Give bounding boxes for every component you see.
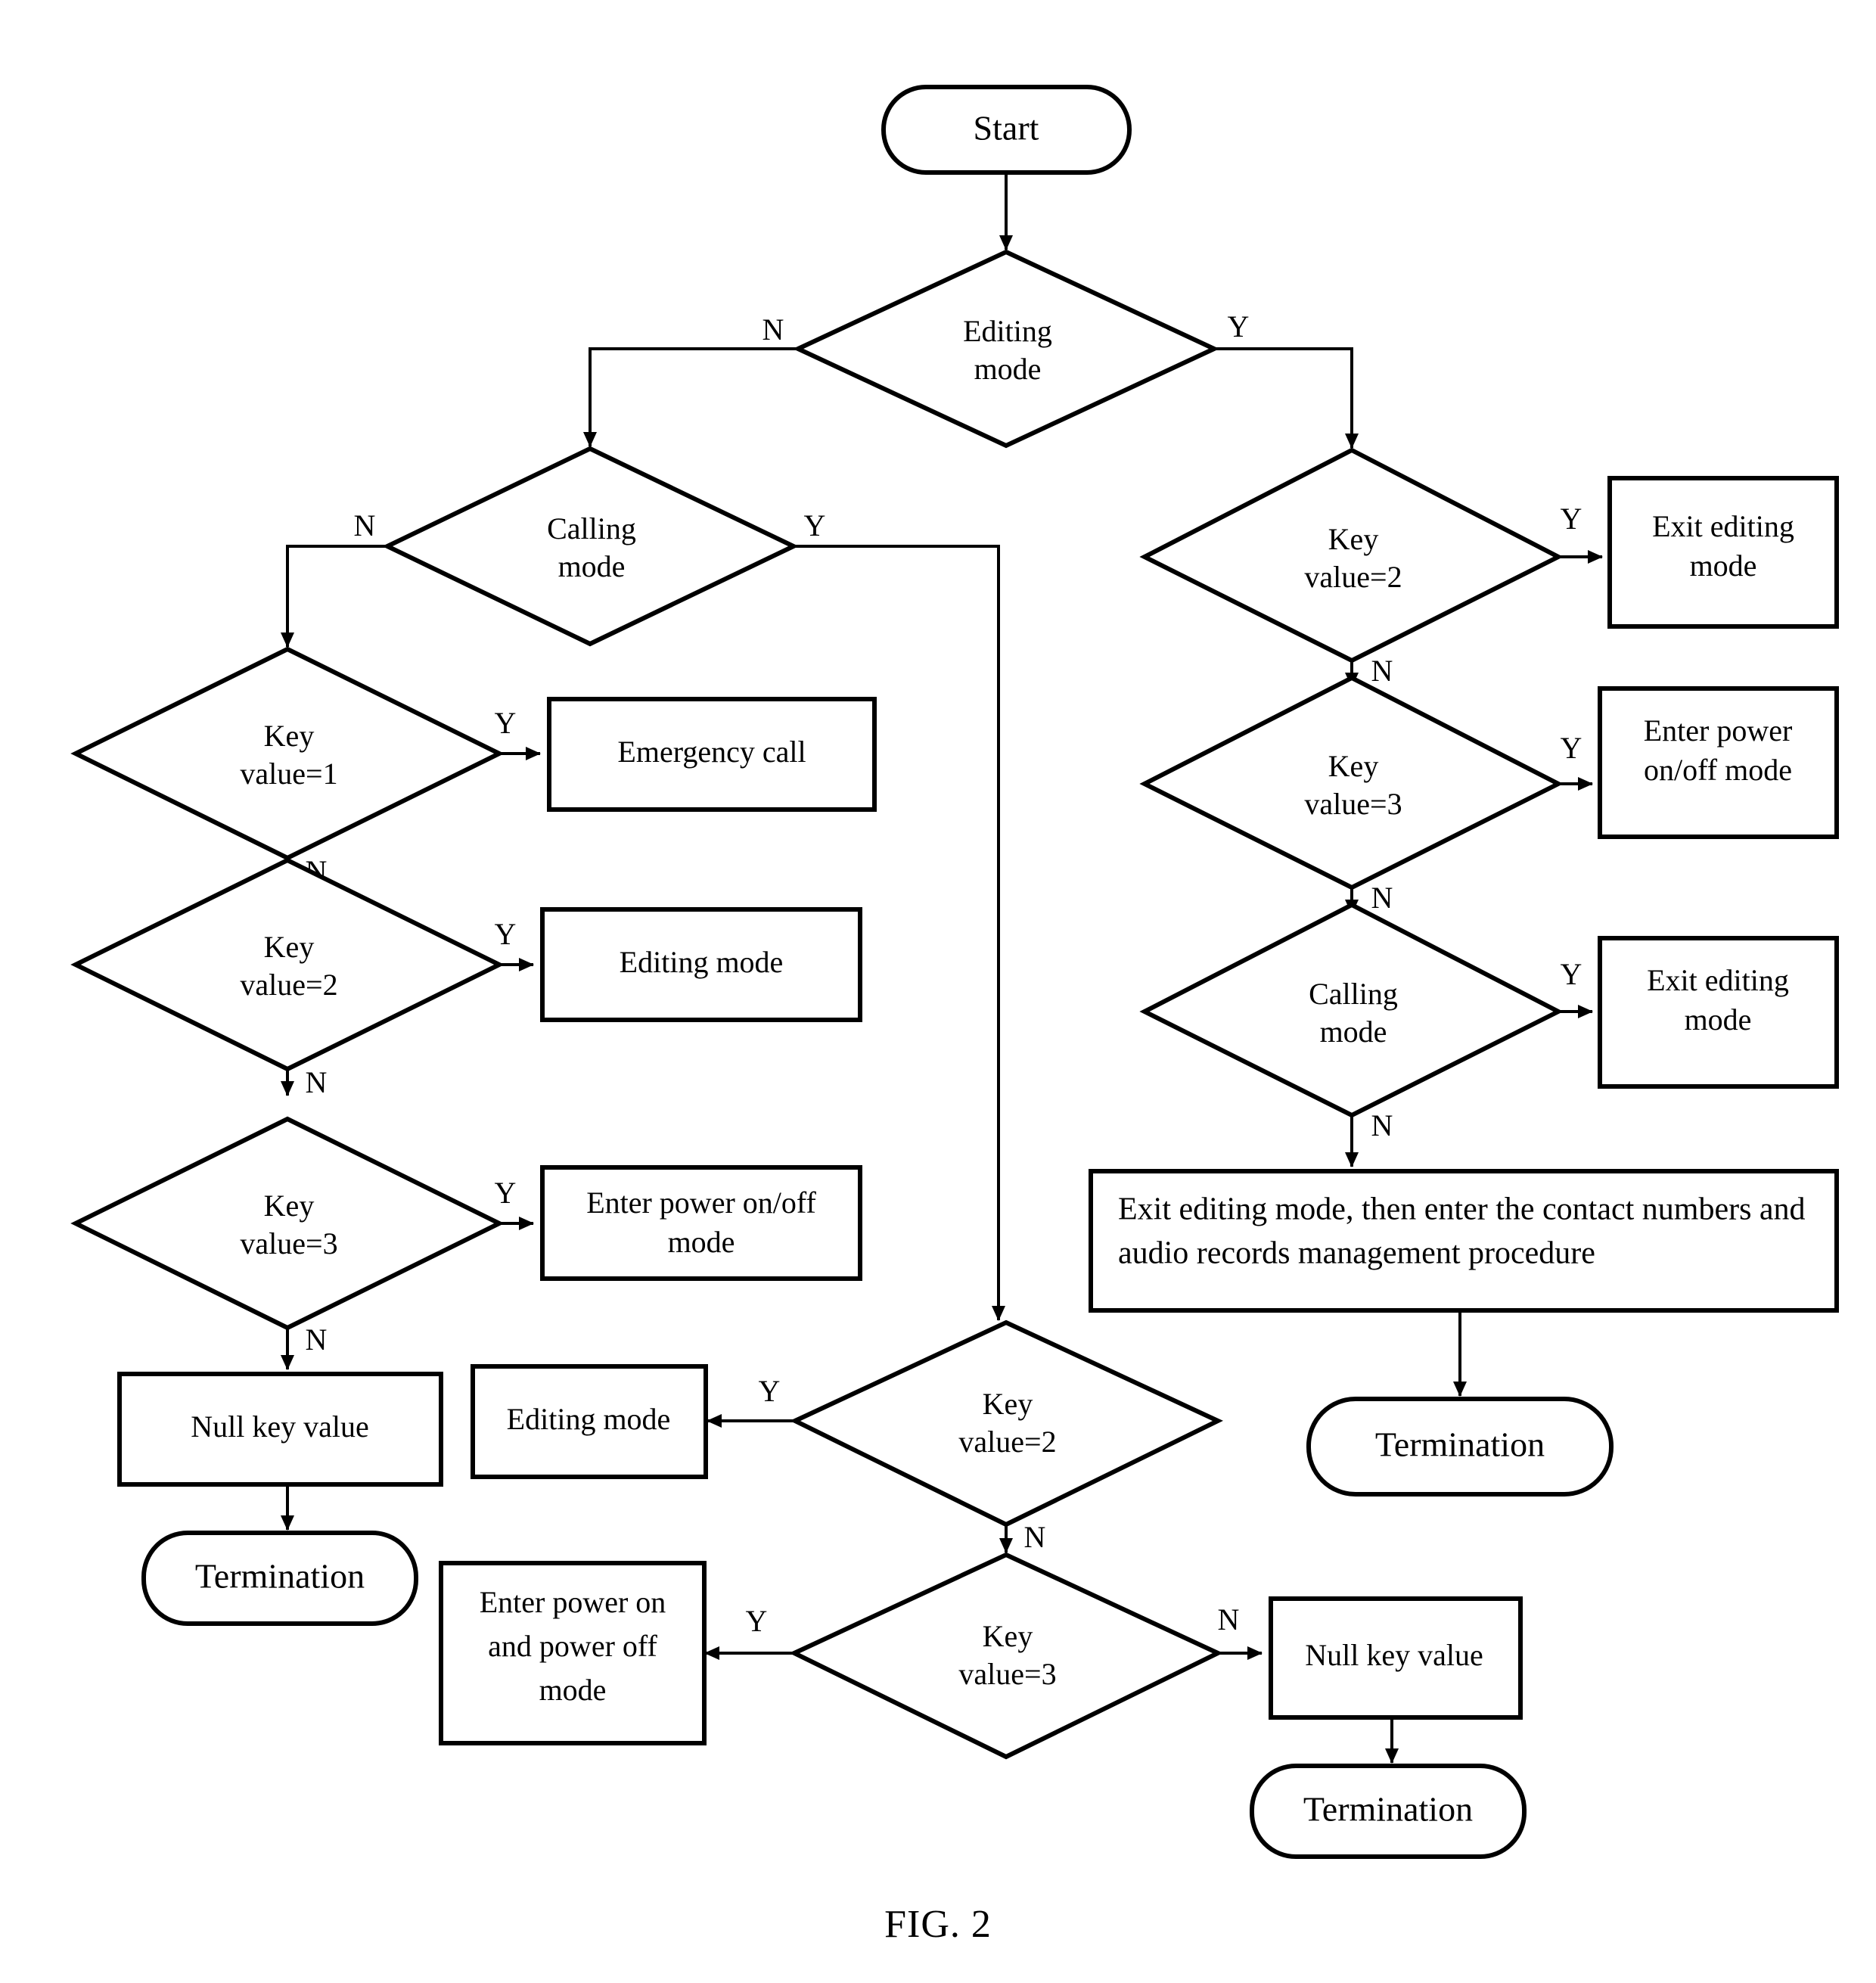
node-right-exit-editing-1-line1: Exit editing: [1652, 509, 1794, 543]
node-right-exit-enter-contacts-line2: audio records management procedure: [1118, 1236, 1595, 1271]
node-center-enter-power: Enter power on and power off mode: [439, 1561, 707, 1745]
node-calling-mode-line1: Calling: [547, 511, 636, 545]
node-right-key2-line1: Key: [1328, 522, 1379, 556]
node-center-editing-mode: Editing mode: [471, 1364, 708, 1479]
node-right-calling-mode-line1: Calling: [1309, 977, 1398, 1011]
node-left-termination-label: Termination: [195, 1557, 365, 1596]
node-left-key1-line1: Key: [264, 719, 315, 753]
node-right-calling-mode-line2: mode: [1320, 1015, 1387, 1049]
node-center-key3: Key value=3 Y N: [746, 1552, 1240, 1760]
edge-label-left-key1-yes: Y: [495, 706, 517, 740]
edge-label-left-key3-yes: Y: [495, 1176, 517, 1210]
node-right-exit-enter-contacts: Exit editing mode, then enter the contac…: [1089, 1169, 1839, 1313]
node-left-emergency-call: Emergency call: [547, 697, 877, 812]
edge-label-right-calling-no: N: [1371, 1108, 1393, 1142]
node-left-key3: Key value=3 Y N: [70, 1116, 517, 1357]
node-center-key3-line2: value=3: [958, 1657, 1056, 1691]
node-right-key2: Key value=2 Y N: [1139, 447, 1582, 688]
node-calling-mode-line2: mode: [558, 549, 626, 583]
edge-label-center-key2-yes: Y: [759, 1374, 781, 1408]
edge-label-right-calling-yes: Y: [1561, 957, 1582, 991]
edge-label-editing-yes: Y: [1228, 309, 1250, 343]
node-center-enter-power-line3: mode: [539, 1673, 607, 1707]
edge-label-calling-yes: Y: [804, 508, 826, 542]
node-left-editing-mode-label: Editing mode: [620, 945, 784, 979]
node-center-key2-line1: Key: [983, 1387, 1033, 1421]
node-right-exit-editing-2-line1: Exit editing: [1647, 963, 1789, 997]
edge-label-left-key2-yes: Y: [495, 917, 517, 951]
node-left-key2: Key value=2 Y N: [70, 857, 517, 1099]
node-center-termination: Termination: [1250, 1764, 1527, 1859]
node-right-exit-editing-2-line2: mode: [1685, 1002, 1752, 1037]
node-right-key3: Key value=3 Y N: [1139, 675, 1582, 915]
node-left-key3-line2: value=3: [240, 1226, 337, 1260]
node-calling-mode-decision: Calling mode N Y: [354, 446, 826, 647]
edge-label-right-key2-no: N: [1371, 654, 1393, 688]
node-left-null-key-value: Null key value: [117, 1372, 443, 1487]
node-left-editing-mode: Editing mode: [540, 907, 862, 1022]
node-left-key1-line2: value=1: [240, 757, 337, 791]
node-right-calling-mode: Calling mode Y N: [1139, 902, 1582, 1142]
node-center-key2: Key value=2 Y N: [759, 1319, 1223, 1554]
node-right-termination: Termination: [1306, 1397, 1614, 1497]
node-right-key3-line2: value=3: [1304, 787, 1402, 821]
edge-label-editing-no: N: [763, 312, 784, 347]
node-center-termination-label: Termination: [1303, 1790, 1473, 1829]
edge-editing-yes-to-right-key2: [1214, 347, 1359, 449]
node-right-exit-editing-2: Exit editing mode: [1598, 936, 1839, 1089]
node-right-exit-editing-1-line2: mode: [1690, 549, 1757, 583]
node-left-enter-power-line2: mode: [668, 1225, 735, 1259]
node-right-enter-power-line2: on/off mode: [1644, 753, 1792, 787]
node-start-label: Start: [974, 109, 1039, 148]
node-right-key3-line1: Key: [1328, 749, 1379, 783]
node-center-editing-mode-label: Editing mode: [507, 1402, 671, 1436]
node-right-exit-enter-contacts-line1: Exit editing mode, then enter the contac…: [1118, 1192, 1806, 1227]
node-left-key2-line1: Key: [264, 930, 315, 964]
node-left-emergency-call-label: Emergency call: [617, 735, 806, 769]
edge-label-center-key2-no: N: [1024, 1520, 1046, 1554]
node-center-null-key-value-label: Null key value: [1305, 1638, 1483, 1672]
edge-label-right-key3-no: N: [1371, 881, 1393, 915]
edge-editing-no-to-calling-mode: [583, 347, 798, 447]
flowchart-canvas: Start Editing mode N Y Calling mode N Y …: [70, 85, 1839, 1946]
node-left-enter-power: Enter power on/off mode: [540, 1165, 862, 1281]
node-right-termination-label: Termination: [1375, 1425, 1545, 1464]
node-right-enter-power-line1: Enter power: [1644, 713, 1793, 748]
node-left-key1: Key value=1 Y N: [70, 646, 517, 888]
node-left-termination: Termination: [141, 1531, 418, 1626]
node-editing-mode-line1: Editing: [963, 314, 1052, 348]
figure-caption: FIG. 2: [884, 1903, 992, 1946]
node-left-enter-power-line1: Enter power on/off: [586, 1186, 816, 1220]
node-center-enter-power-line1: Enter power on: [480, 1585, 666, 1619]
node-right-exit-editing-1: Exit editing mode: [1607, 476, 1839, 629]
node-center-key2-line2: value=2: [958, 1425, 1056, 1459]
flowchart-figure: Start Editing mode N Y Calling mode N Y …: [0, 0, 1876, 1983]
node-center-key3-line1: Key: [983, 1619, 1033, 1653]
node-left-key2-line2: value=2: [240, 968, 337, 1002]
node-editing-mode-decision: Editing mode N Y: [763, 249, 1250, 449]
edge-label-left-key3-no: N: [306, 1323, 328, 1357]
edge-label-right-key2-yes: Y: [1561, 502, 1582, 536]
node-left-null-key-value-label: Null key value: [191, 1410, 369, 1444]
node-right-key2-line2: value=2: [1304, 560, 1402, 594]
edge-label-calling-no: N: [354, 508, 376, 542]
edge-calling-no-to-left-key1: [281, 545, 387, 648]
edge-label-left-key2-no: N: [306, 1065, 328, 1099]
node-left-key3-line1: Key: [264, 1189, 315, 1223]
node-center-null-key-value: Null key value: [1269, 1596, 1523, 1720]
node-right-enter-power: Enter power on/off mode: [1598, 686, 1839, 839]
edge-label-center-key3-no: N: [1218, 1602, 1240, 1636]
edge-label-right-key3-yes: Y: [1561, 731, 1582, 765]
node-center-enter-power-line2: and power off: [488, 1629, 657, 1663]
node-editing-mode-line2: mode: [974, 352, 1042, 386]
node-start: Start: [881, 85, 1132, 175]
edge-label-center-key3-yes: Y: [746, 1604, 768, 1638]
